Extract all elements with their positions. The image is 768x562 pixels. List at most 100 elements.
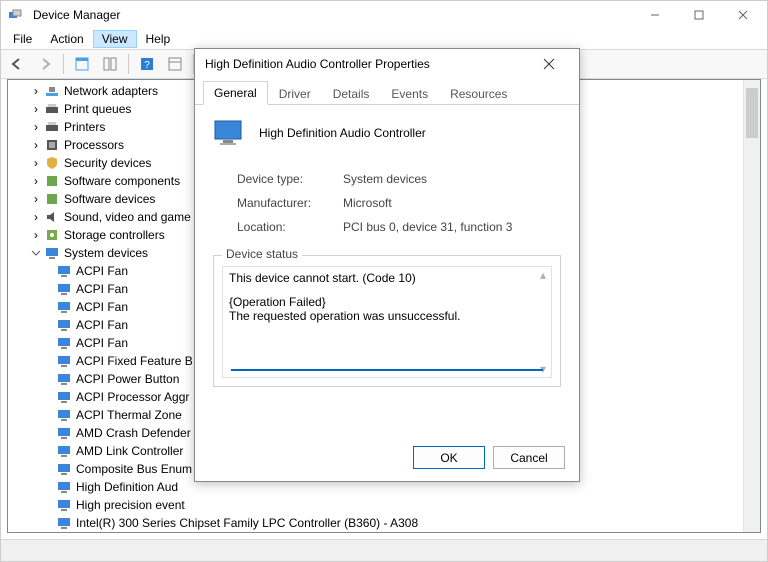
expand-icon[interactable]: › [30,175,42,187]
tree-label: Sound, video and game [64,210,191,224]
tree-label: High Definition Aud [76,480,178,494]
expand-icon[interactable]: › [30,139,42,151]
device-icon [56,407,72,423]
tab-resources[interactable]: Resources [439,82,518,105]
collapse-icon[interactable] [30,247,42,259]
window-title: Device Manager [33,8,120,22]
system-icon [44,245,60,261]
status-line: The requested operation was unsuccessful… [229,309,545,323]
storage-icon [44,227,60,243]
tab-details[interactable]: Details [322,82,381,105]
manufacturer-label: Manufacturer: [237,191,343,215]
tree-label: Print queues [64,102,131,116]
tree-label: System devices [64,246,148,260]
tree-label: ACPI Fan [76,318,128,332]
tree-label: High precision event [76,498,185,512]
focus-indicator [231,369,543,371]
tree-label: Composite Bus Enum [76,462,192,476]
manufacturer-value: Microsoft [343,191,392,215]
tree-label: AMD Crash Defender [76,426,191,440]
expand-icon[interactable]: › [30,121,42,133]
location-value: PCI bus 0, device 31, function 3 [343,215,512,239]
device-icon [56,425,72,441]
general-panel: High Definition Audio Controller Device … [195,105,579,395]
device-icon [56,371,72,387]
menu-file[interactable]: File [5,31,40,47]
minimize-button[interactable] [633,1,677,29]
speaker-icon [44,209,60,225]
tree-label: Software devices [64,192,155,206]
device-icon [56,281,72,297]
tree-child[interactable]: High precision event [12,496,739,514]
maximize-button[interactable] [677,1,721,29]
expand-icon[interactable]: › [30,193,42,205]
toolbar-icon[interactable] [98,52,122,76]
device-icon [56,263,72,279]
device-icon [56,515,72,531]
shield-icon [44,155,60,171]
device-icon [56,335,72,351]
close-button[interactable] [721,1,765,29]
menu-view[interactable]: View [94,31,136,47]
menu-help[interactable]: Help [138,31,179,47]
tree-label: AMD Link Controller [76,444,183,458]
device-icon [56,299,72,315]
device-icon [56,497,72,513]
app-icon [7,7,23,23]
expand-icon[interactable]: › [30,229,42,241]
cpu-icon [44,137,60,153]
tab-driver[interactable]: Driver [268,82,322,105]
tree-label: Intel(R) 300 Series Chipset Family LPC C… [76,516,418,530]
scroll-up-icon[interactable]: ▴ [540,268,546,282]
help-icon[interactable]: ? [135,52,159,76]
tree-label: ACPI Fan [76,264,128,278]
network-icon [44,83,60,99]
forward-button[interactable] [33,52,57,76]
titlebar[interactable]: Device Manager [1,1,767,29]
dialog-close-button[interactable] [529,49,569,79]
tree-label: ACPI Fan [76,282,128,296]
device-status-text[interactable]: This device cannot start. (Code 10) {Ope… [222,266,552,378]
tree-label: Security devices [64,156,151,170]
device-icon [56,353,72,369]
tree-label: Processors [64,138,124,152]
location-label: Location: [237,215,343,239]
device-icon [56,443,72,459]
tab-events[interactable]: Events [380,82,439,105]
vertical-scrollbar[interactable] [743,80,760,532]
dialog-titlebar[interactable]: High Definition Audio Controller Propert… [195,49,579,79]
toolbar-icon[interactable] [163,52,187,76]
tree-child[interactable]: Intel(R) 300 Series Chipset Family LPC C… [12,514,739,532]
toolbar-icon[interactable] [70,52,94,76]
back-button[interactable] [5,52,29,76]
device-status-group: Device status This device cannot start. … [213,255,561,387]
expand-icon[interactable]: › [30,157,42,169]
tree-label: ACPI Fixed Feature B [76,354,193,368]
expand-icon[interactable]: › [30,85,42,97]
tab-general[interactable]: General [203,81,268,105]
printer-icon [44,101,60,117]
tree-label: ACPI Fan [76,300,128,314]
tab-strip: General Driver Details Events Resources [195,79,579,105]
ok-button[interactable]: OK [413,446,485,469]
tree-label: Software components [64,174,180,188]
component-icon [44,191,60,207]
tree-label: ACPI Processor Aggr [76,390,189,404]
status-scrollbar[interactable]: ▴ ▾ [536,268,550,376]
tree-label: ACPI Power Button [76,372,179,386]
device-icon [56,317,72,333]
monitor-icon [213,119,247,147]
menu-action[interactable]: Action [42,31,91,47]
expand-icon[interactable]: › [30,211,42,223]
device-type-label: Device type: [237,167,343,191]
expand-icon[interactable]: › [30,103,42,115]
tree-label: Printers [64,120,105,134]
device-status-legend: Device status [222,247,302,261]
status-line: {Operation Failed} [229,295,545,309]
dialog-title: High Definition Audio Controller Propert… [205,57,529,71]
scrollbar-thumb[interactable] [746,88,758,138]
printer-icon [44,119,60,135]
cancel-button[interactable]: Cancel [493,446,565,469]
device-type-value: System devices [343,167,427,191]
device-name: High Definition Audio Controller [259,126,426,140]
